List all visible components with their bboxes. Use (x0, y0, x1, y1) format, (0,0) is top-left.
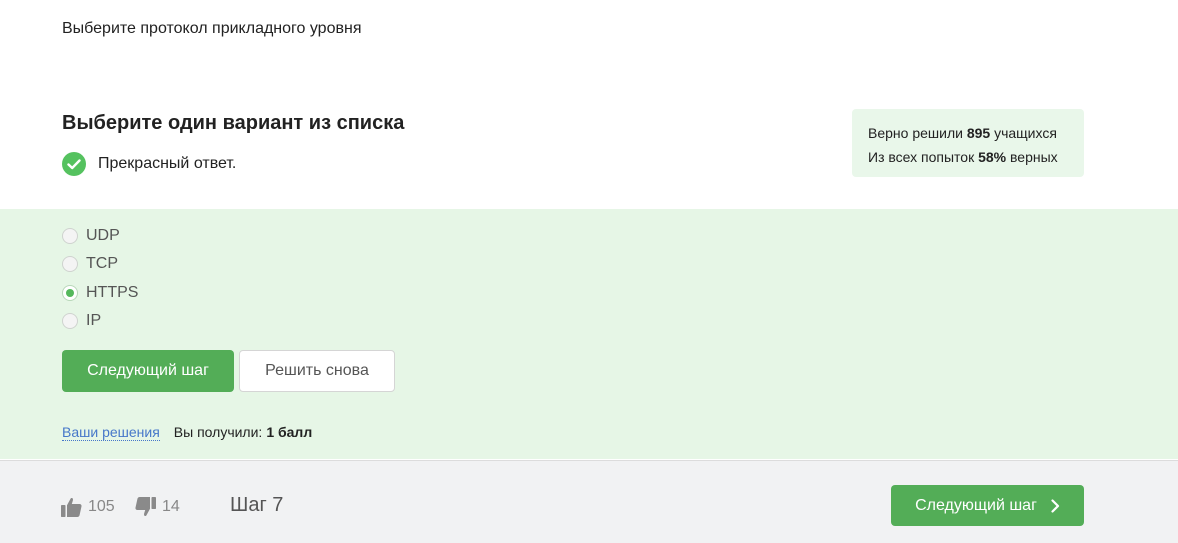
next-step-button[interactable]: Следующий шаг (62, 350, 234, 392)
dislike-button[interactable]: 14 (135, 497, 180, 517)
likes-count: 105 (88, 498, 115, 515)
option-label: HTTPS (86, 284, 139, 301)
option-ip[interactable]: IP (62, 311, 101, 331)
stats-solved-prefix: Верно решили (868, 125, 963, 141)
score-prefix: Вы получили: (173, 424, 263, 440)
solutions-link[interactable]: Ваши решения (62, 424, 160, 441)
score-value: 1 балл (266, 424, 313, 440)
question-text: Выберите протокол прикладного уровня (62, 20, 362, 37)
stats-box: Верно решили 895 учащихся Из всех попыто… (852, 109, 1084, 177)
quiz-header: Выберите один вариант из списка (62, 112, 405, 134)
answer-panel: UDP TCP HTTPS IP Следующий шаг Решить сн… (0, 209, 1178, 459)
feedback-message: Прекрасный ответ. (62, 152, 236, 176)
option-label: TCP (86, 255, 118, 272)
radio-button[interactable] (62, 256, 78, 272)
option-tcp[interactable]: TCP (62, 254, 118, 274)
thumbs-up-icon (61, 497, 82, 517)
step-footer: 105 14 Шаг 7 Следующий шаг (0, 460, 1178, 543)
option-label: IP (86, 312, 102, 329)
thumbs-down-icon (135, 497, 156, 517)
radio-button[interactable] (62, 228, 78, 244)
stats-attempts-suffix: верных (1010, 149, 1058, 165)
chevron-right-icon (1051, 498, 1060, 513)
like-button[interactable]: 105 (61, 497, 115, 517)
option-label: UDP (86, 227, 120, 244)
stats-solved-count: 895 (966, 125, 991, 141)
result-row: Ваши решения Вы получили: 1 балл (62, 424, 312, 441)
check-circle-icon (62, 152, 86, 176)
footer-next-step-button[interactable]: Следующий шаг (891, 485, 1084, 526)
stats-solved-suffix: учащихся (994, 125, 1057, 141)
retry-button[interactable]: Решить снова (239, 350, 395, 392)
radio-button[interactable] (62, 313, 78, 329)
step-label: Шаг 7 (230, 494, 284, 516)
dislikes-count: 14 (162, 498, 180, 515)
stats-attempts: Из всех попыток 58% верных (868, 145, 1084, 169)
stats-attempts-percent: 58% (978, 149, 1007, 165)
option-https[interactable]: HTTPS (62, 283, 138, 303)
stats-solved: Верно решили 895 учащихся (868, 121, 1084, 145)
feedback-text: Прекрасный ответ. (98, 155, 237, 172)
option-udp[interactable]: UDP (62, 226, 120, 246)
stats-attempts-prefix: Из всех попыток (868, 149, 975, 165)
radio-button-checked[interactable] (62, 285, 78, 301)
footer-next-step-label: Следующий шаг (915, 496, 1037, 514)
